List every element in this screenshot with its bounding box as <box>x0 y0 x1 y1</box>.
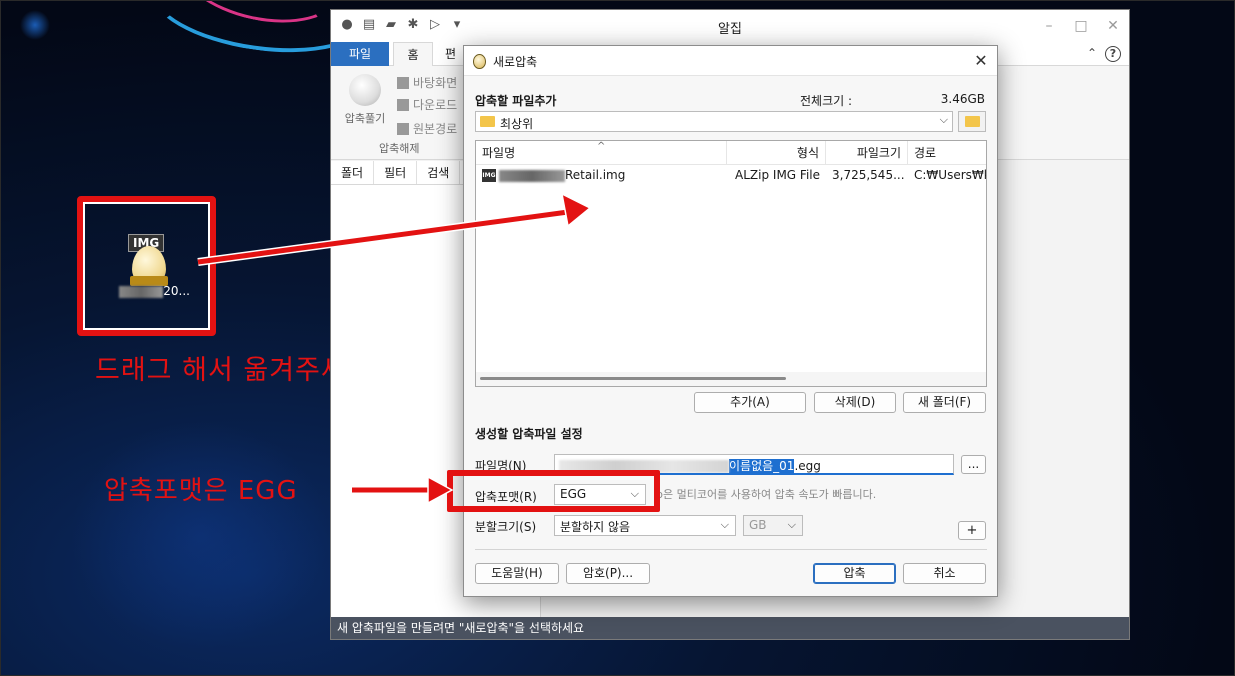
extract-downloads-button[interactable]: 다운로드 <box>397 96 457 113</box>
status-bar: 새 압축파일을 만들려면 "새로압축"을 선택하세요 <box>331 617 1129 639</box>
desktop-icon <box>397 76 409 89</box>
column-header-path[interactable]: 경로 <box>908 141 986 165</box>
blurred-filename <box>499 169 565 182</box>
folder-up-icon <box>965 116 980 127</box>
chevron-down-icon: ⌵ <box>939 113 948 126</box>
add-button[interactable]: 추가(A) <box>694 392 806 413</box>
title-bar: ● ▤ ▰ ✱ ▷ ▾ 알집 – □ ✕ <box>331 10 1129 42</box>
minimize-icon[interactable]: – <box>1033 10 1065 42</box>
file-type-cell: ALZip IMG File <box>735 168 820 182</box>
ribbon-right-controls: ⌃ ? <box>1087 46 1121 62</box>
divider <box>475 549 987 550</box>
extract-original-path-button[interactable]: 원본경로 <box>397 120 457 137</box>
file-size-cell: 3,725,545... <box>832 168 905 182</box>
wallpaper-glow <box>20 10 50 40</box>
add-files-section-label: 압축할 파일추가 <box>475 94 557 108</box>
annotation-format-text: 압축포맷은 EGG <box>104 476 298 506</box>
extract-label: 압축풀기 <box>344 112 386 125</box>
scrollbar-thumb[interactable] <box>480 377 786 380</box>
table-row[interactable]: IMG Retail.img ALZip IMG File 3,725,545..… <box>476 165 986 185</box>
split-size-value: 분할하지 않음 <box>560 520 631 534</box>
close-icon[interactable]: ✕ <box>1097 10 1129 42</box>
column-header-name[interactable]: 파일명 ^ <box>476 141 727 165</box>
tab-home[interactable]: 홈 <box>393 42 433 66</box>
folder-up-button[interactable] <box>958 111 986 132</box>
ribbon-collapse-icon[interactable]: ⌃ <box>1087 46 1097 62</box>
tab-filter[interactable]: 필터 <box>374 161 418 184</box>
total-size-value: 3.46GB <box>940 92 985 106</box>
file-path-cell: C:₩Users₩kim <box>914 168 986 182</box>
add-option-button[interactable]: + <box>958 521 986 540</box>
password-button[interactable]: 암호(P)... <box>566 563 650 584</box>
delete-button[interactable]: 삭제(D) <box>814 392 896 413</box>
new-folder-button[interactable]: 새 폴더(F) <box>903 392 986 413</box>
total-size-label: 전체크기 : <box>800 94 853 108</box>
tab-edit[interactable]: 편 <box>439 42 462 66</box>
file-list[interactable]: 파일명 ^ 형식 파일크기 경로 IMG Retail.img ALZip IMG … <box>475 140 987 387</box>
sort-ascending-icon: ^ <box>597 141 606 152</box>
dialog-title-bar: 새로압축 ✕ <box>464 46 997 76</box>
annotation-format-highlight <box>447 470 660 512</box>
path-dropdown[interactable]: 최상위 ⌵ <box>475 111 953 132</box>
new-archive-dialog: 새로압축 ✕ 압축할 파일추가 전체크기 : 3.46GB 최상위 ⌵ 파일명 ^… <box>463 45 998 597</box>
alzip-egg-icon <box>473 54 486 69</box>
extract-button[interactable]: 압축풀기 <box>341 74 389 126</box>
chevron-down-icon: ⌵ <box>720 518 729 531</box>
column-header-type[interactable]: 형식 <box>727 141 826 165</box>
filename-selected-text: 이름없음_01 <box>729 459 795 473</box>
tab-search[interactable]: 검색 <box>417 161 461 184</box>
browse-button[interactable]: ... <box>961 455 986 474</box>
create-settings-section-label: 생성할 압축파일 설정 <box>475 427 583 441</box>
wallpaper-glow <box>70 420 330 650</box>
ribbon-group-label: 압축해제 <box>379 142 420 155</box>
split-size-label: 분할크기(S) <box>475 520 537 534</box>
format-hint-text: p은 멀티코어를 사용하여 압축 속도가 빠릅니다. <box>656 488 877 501</box>
maximize-icon[interactable]: □ <box>1065 10 1097 42</box>
help-button[interactable]: 도움말(H) <box>475 563 559 584</box>
split-unit-value: GB <box>749 518 767 532</box>
window-title: 알집 <box>718 22 742 37</box>
folder-icon <box>480 116 495 127</box>
extract-icon <box>349 74 381 106</box>
help-icon[interactable]: ? <box>1105 46 1121 62</box>
path-value: 최상위 <box>500 117 534 131</box>
compress-button[interactable]: 압축 <box>813 563 896 584</box>
filename-extension: .egg <box>794 459 821 473</box>
file-name-cell: IMG Retail.img <box>482 168 626 182</box>
chevron-down-icon: ⌵ <box>787 518 796 531</box>
window-controls: – □ ✕ <box>1033 10 1129 42</box>
file-list-header: 파일명 ^ 형식 파일크기 경로 <box>476 141 986 165</box>
column-header-size[interactable]: 파일크기 <box>826 141 908 165</box>
split-size-dropdown[interactable]: 분할하지 않음 ⌵ <box>554 515 736 536</box>
split-unit-dropdown[interactable]: GB ⌵ <box>743 515 803 536</box>
original-path-icon <box>397 122 409 135</box>
horizontal-scrollbar[interactable] <box>476 372 986 386</box>
annotation-highlight-box <box>77 196 216 336</box>
extract-desktop-button[interactable]: 바탕화면 <box>397 74 457 91</box>
tab-folder[interactable]: 폴더 <box>331 161 375 184</box>
dialog-title: 새로압축 <box>493 55 538 69</box>
dialog-close-icon[interactable]: ✕ <box>965 46 997 76</box>
cancel-button[interactable]: 취소 <box>903 563 986 584</box>
tab-file[interactable]: 파일 <box>331 42 389 66</box>
img-file-icon: IMG <box>482 169 496 182</box>
download-icon <box>397 98 409 111</box>
